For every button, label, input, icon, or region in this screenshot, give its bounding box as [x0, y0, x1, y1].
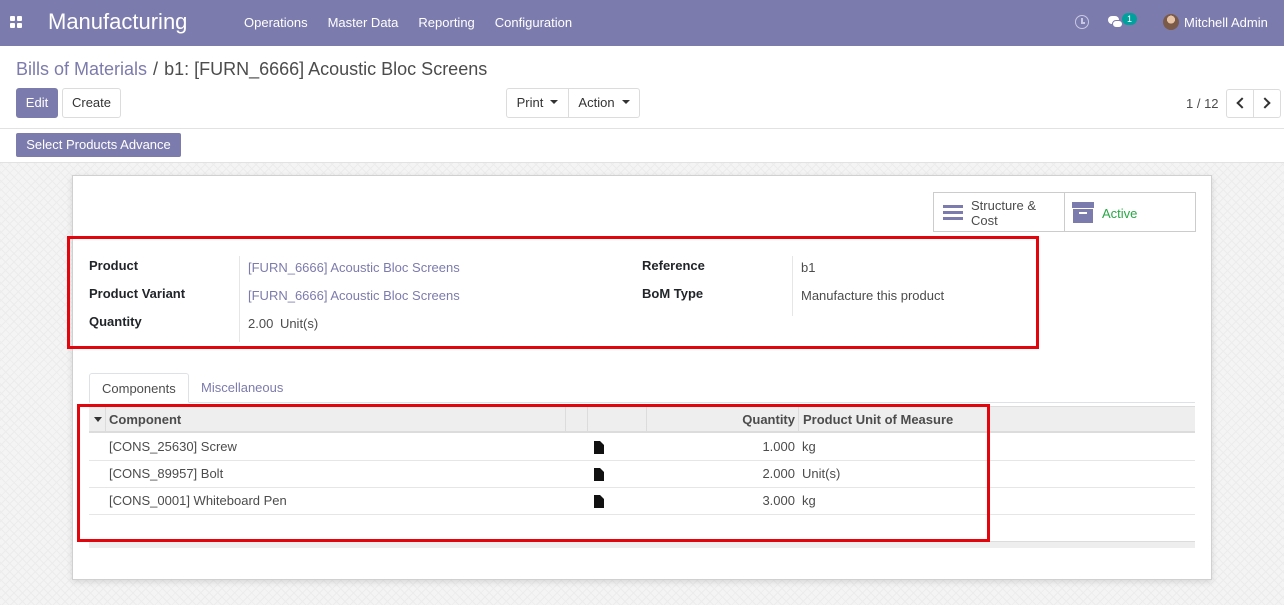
select-products-advance-button[interactable]: Select Products Advance	[16, 133, 181, 157]
breadcrumb-separator: /	[153, 59, 159, 79]
column-quantity[interactable]: Quantity	[649, 407, 795, 432]
file-icon[interactable]	[594, 495, 604, 508]
field-separator	[239, 256, 240, 342]
column-component[interactable]: Component	[109, 407, 181, 432]
main-menu: Operations Master Data Reporting Configu…	[234, 0, 582, 46]
table-footer	[89, 541, 1195, 548]
breadcrumb-parent[interactable]: Bills of Materials	[16, 59, 147, 79]
quantity-uom: Unit(s)	[279, 316, 319, 331]
clock-icon[interactable]	[1075, 15, 1089, 29]
column-separator	[105, 407, 106, 432]
row-quantity: 2.000	[762, 466, 795, 481]
active-label: Active	[1102, 206, 1138, 221]
file-icon[interactable]	[594, 468, 604, 481]
print-label: Print	[516, 95, 544, 110]
caret-down-icon[interactable]	[94, 417, 102, 422]
structure-cost-button[interactable]: Structure & Cost	[934, 193, 1064, 231]
structure-cost-label: Structure & Cost	[971, 198, 1037, 228]
top-navbar: Manufacturing Operations Master Data Rep…	[0, 0, 1284, 46]
table-row[interactable]: [CONS_0001] Whiteboard Pen 3.000 kg	[89, 488, 1195, 515]
print-dropdown[interactable]: Print	[506, 88, 569, 118]
table-row[interactable]: [CONS_25630] Screw 1.000 kg	[89, 434, 1195, 461]
product-field[interactable]: [FURN_6666] Acoustic Bloc Screens	[248, 260, 460, 275]
apps-icon[interactable]	[10, 16, 22, 28]
row-quantity: 1.000	[762, 439, 795, 454]
column-separator	[587, 407, 588, 432]
row-uom: Unit(s)	[802, 466, 841, 481]
field-separator	[792, 256, 793, 316]
product-variant-label: Product Variant	[89, 286, 186, 301]
row-quantity: 3.000	[762, 493, 795, 508]
caret-down-icon	[621, 99, 630, 104]
row-component: [CONS_0001] Whiteboard Pen	[109, 493, 287, 508]
bars-icon	[943, 205, 963, 221]
menu-master-data[interactable]: Master Data	[318, 0, 409, 46]
chevron-right-icon	[1259, 97, 1271, 109]
app-title[interactable]: Manufacturing	[48, 9, 187, 35]
menu-operations[interactable]: Operations	[234, 0, 318, 46]
column-separator	[798, 407, 799, 432]
bom-type-field: Manufacture this product	[801, 288, 945, 303]
column-separator	[646, 407, 647, 432]
product-label: Product	[89, 258, 139, 273]
action-dropdown[interactable]: Action	[568, 88, 640, 118]
menu-reporting[interactable]: Reporting	[408, 0, 484, 46]
user-menu[interactable]: Mitchell Admin	[1184, 15, 1268, 30]
create-button[interactable]: Create	[62, 88, 121, 118]
bom-type-label: BoM Type	[642, 286, 704, 301]
column-separator	[989, 407, 990, 432]
table-row[interactable]: [CONS_89957] Bolt 2.000 Unit(s)	[89, 461, 1195, 488]
tab-miscellaneous[interactable]: Miscellaneous	[189, 373, 295, 403]
avatar[interactable]	[1163, 14, 1179, 30]
row-component: [CONS_25630] Screw	[109, 439, 237, 454]
pager-value[interactable]: 1 / 12	[1186, 96, 1219, 111]
breadcrumb: Bills of Materials / b1: [FURN_6666] Acous…	[16, 59, 487, 80]
smart-buttons: Structure & Cost Active	[933, 192, 1196, 232]
row-uom: kg	[802, 493, 816, 508]
chat-icon[interactable]	[1108, 15, 1123, 29]
breadcrumb-current: b1: [FURN_6666] Acoustic Bloc Screens	[164, 59, 488, 79]
active-toggle-button[interactable]: Active	[1064, 193, 1195, 231]
tab-components[interactable]: Components	[89, 373, 189, 403]
caret-down-icon	[550, 99, 559, 104]
control-panel-divider	[0, 128, 1284, 129]
components-table-header: Component Quantity Product Unit of Measu…	[89, 406, 1195, 433]
edit-button[interactable]: Edit	[16, 88, 58, 118]
product-variant-field[interactable]: [FURN_6666] Acoustic Bloc Screens	[248, 288, 460, 303]
quantity-field: 2.00 Unit(s)	[248, 316, 318, 331]
reference-field: b1	[801, 260, 816, 275]
chat-count-badge: 1	[1122, 13, 1137, 25]
pager-previous-button[interactable]	[1226, 89, 1254, 118]
menu-configuration[interactable]: Configuration	[485, 0, 582, 46]
quantity-label: Quantity	[89, 314, 142, 329]
file-icon[interactable]	[594, 441, 604, 454]
action-label: Action	[578, 95, 615, 110]
chevron-left-icon	[1236, 97, 1248, 109]
pager-next-button[interactable]	[1253, 89, 1281, 118]
row-uom: kg	[802, 439, 816, 454]
row-component: [CONS_89957] Bolt	[109, 466, 224, 481]
archive-icon	[1072, 202, 1094, 224]
quantity-value: 2.00	[248, 316, 274, 331]
reference-label: Reference	[642, 258, 705, 273]
column-separator	[565, 407, 566, 432]
column-uom[interactable]: Product Unit of Measure	[803, 407, 953, 432]
